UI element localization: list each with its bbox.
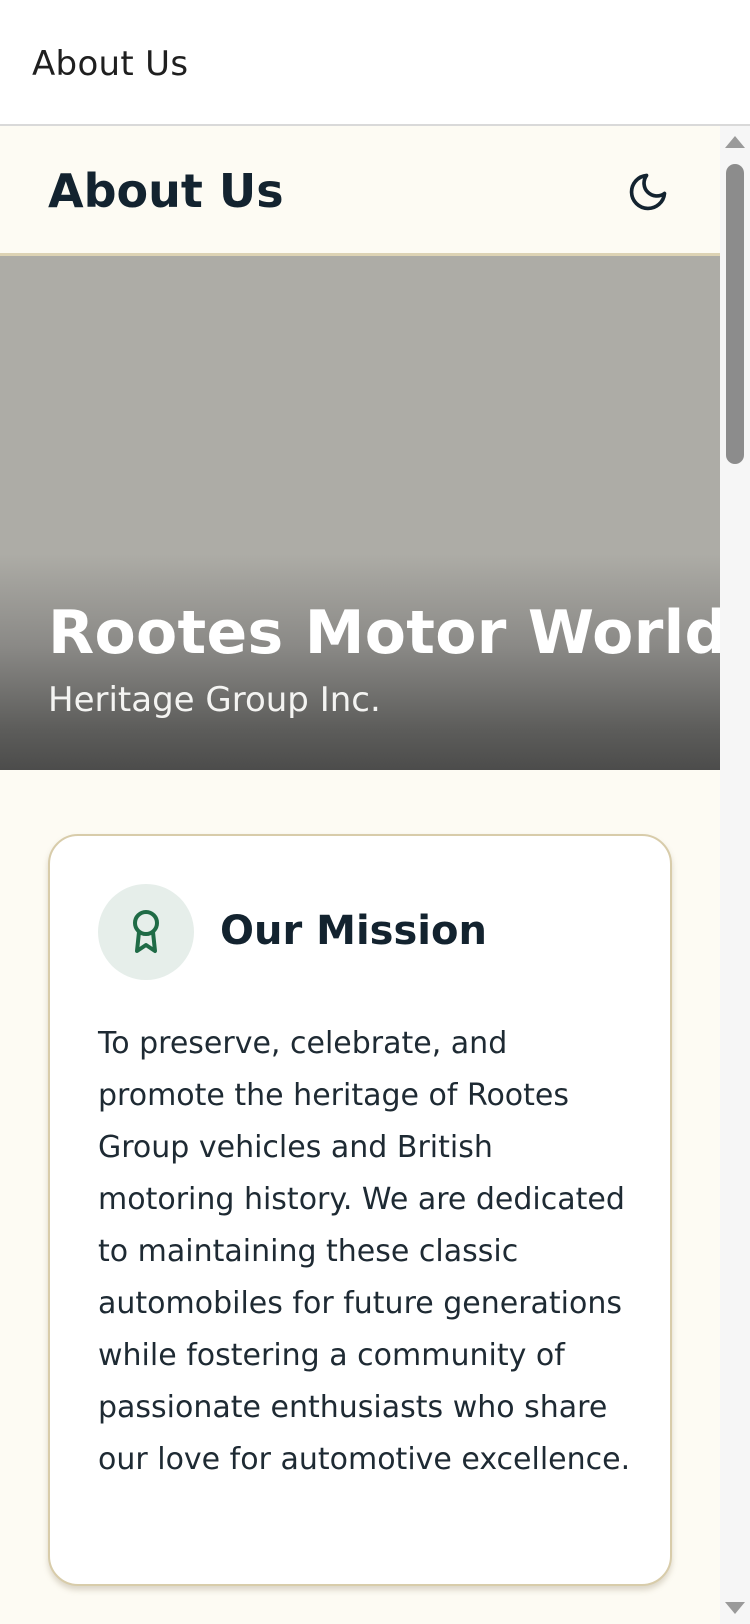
- window-titlebar: About Us: [0, 0, 750, 126]
- app-header: About Us: [0, 126, 720, 256]
- page-viewport[interactable]: About Us Rootes Motor World Heritage Gro…: [0, 126, 720, 1624]
- vertical-scrollbar[interactable]: [720, 126, 750, 1624]
- hero-title: Rootes Motor World: [48, 598, 720, 668]
- mission-heading: Our Mission: [220, 908, 487, 954]
- hero-subtitle: Heritage Group Inc.: [48, 680, 381, 720]
- scroll-down-arrow[interactable]: [725, 1602, 745, 1614]
- page-title: About Us: [48, 164, 284, 218]
- scroll-thumb[interactable]: [726, 164, 744, 464]
- award-ribbon-icon: [133, 910, 159, 953]
- moon-icon: [629, 173, 667, 211]
- mission-icon-badge: [98, 884, 194, 980]
- mission-description: To preserve, celebrate, and promote the …: [98, 1026, 631, 1477]
- hero-banner: Rootes Motor World Heritage Group Inc.: [0, 256, 720, 770]
- theme-toggle-button[interactable]: [620, 164, 676, 220]
- mission-card: Our Mission To preserve, celebrate, and …: [48, 834, 672, 1586]
- window-title: About Us: [32, 44, 189, 84]
- scroll-up-arrow[interactable]: [725, 136, 745, 148]
